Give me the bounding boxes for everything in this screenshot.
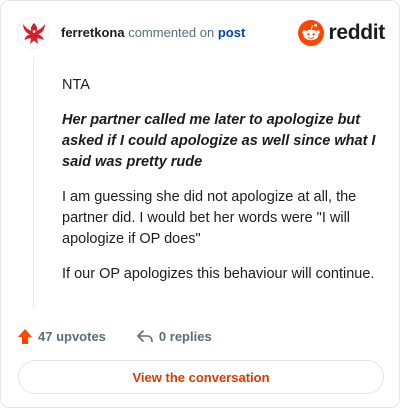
reddit-snoo-icon <box>298 20 325 46</box>
comment-paragraph: I am guessing she did not apologize at a… <box>62 189 357 247</box>
post-link[interactable]: post <box>218 25 245 40</box>
upvote-count: 47 upvotes <box>38 328 106 344</box>
comment-paragraph: NTA <box>62 77 90 93</box>
replies-button[interactable]: 0 replies <box>136 328 212 344</box>
brand-wordmark: reddit <box>328 21 385 44</box>
comment-paragraph: If our OP apologizes this behaviour will… <box>62 266 375 282</box>
reddit-brand[interactable]: reddit <box>298 19 385 47</box>
comment-actions: 47 upvotes 0 replies <box>17 325 212 347</box>
team-valor-bird-icon <box>19 19 48 48</box>
action-text: commented on <box>128 25 215 40</box>
comment-body: NTA Her partner called me later to apolo… <box>62 75 382 299</box>
upvote-button[interactable]: 47 upvotes <box>17 328 106 345</box>
username-link[interactable]: ferretkona <box>61 25 125 40</box>
thread-line <box>33 57 34 309</box>
comment-meta: ferretkona commented on post <box>61 25 245 41</box>
user-avatar[interactable] <box>17 17 49 49</box>
comment-card: ferretkona commented on post reddit NTA … <box>0 0 400 408</box>
upvote-arrow-icon <box>18 328 32 344</box>
reply-arrow-icon <box>137 330 153 343</box>
comment-quote: Her partner called me later to apologize… <box>62 112 376 170</box>
reply-count: 0 replies <box>158 328 212 344</box>
view-conversation-button[interactable]: View the conversation <box>18 360 384 394</box>
comment-header: ferretkona commented on post reddit <box>17 17 385 49</box>
